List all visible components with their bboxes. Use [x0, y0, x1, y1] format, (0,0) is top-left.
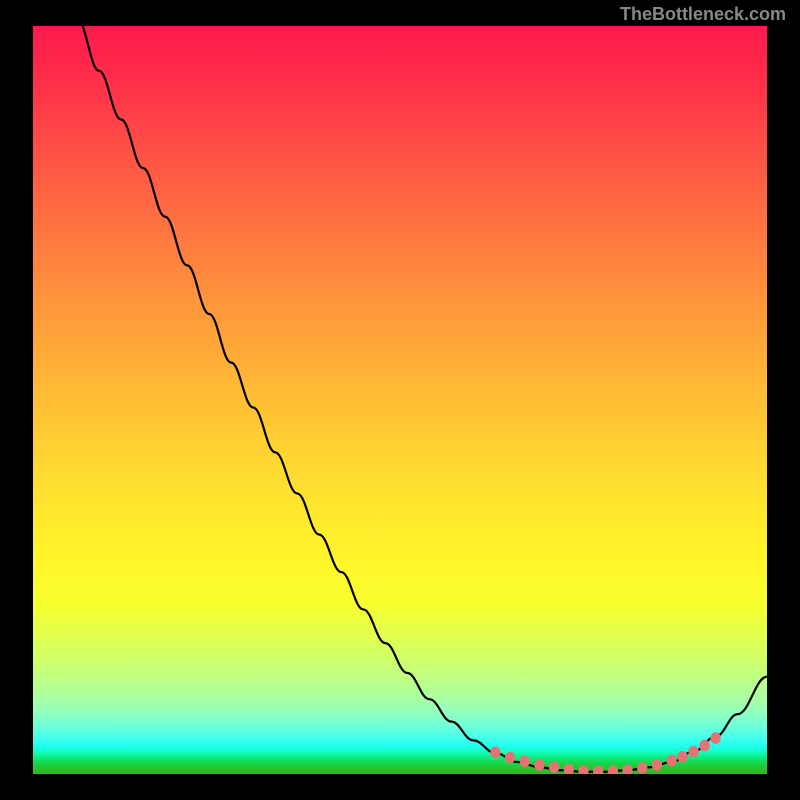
- chart-plot-area: [33, 26, 767, 774]
- attribution-text: TheBottleneck.com: [620, 4, 786, 25]
- marker-dot: [534, 759, 544, 771]
- marker-dot: [622, 764, 632, 774]
- marker-dot: [652, 759, 662, 771]
- marker-dot: [710, 732, 720, 744]
- marker-dot: [578, 765, 588, 774]
- marker-dot: [688, 746, 698, 758]
- marker-dot: [549, 761, 559, 773]
- chart-svg: [33, 26, 767, 774]
- bottleneck-curve-line: [33, 26, 767, 772]
- optimal-zone-markers: [490, 732, 721, 774]
- marker-dot: [564, 764, 574, 774]
- marker-dot: [677, 751, 687, 763]
- marker-dot: [608, 766, 618, 774]
- marker-dot: [593, 766, 603, 774]
- marker-dot: [490, 747, 500, 759]
- marker-dot: [666, 755, 676, 767]
- marker-dot: [505, 752, 515, 764]
- marker-dot: [520, 755, 530, 767]
- marker-dot: [699, 740, 709, 752]
- marker-dot: [637, 762, 647, 774]
